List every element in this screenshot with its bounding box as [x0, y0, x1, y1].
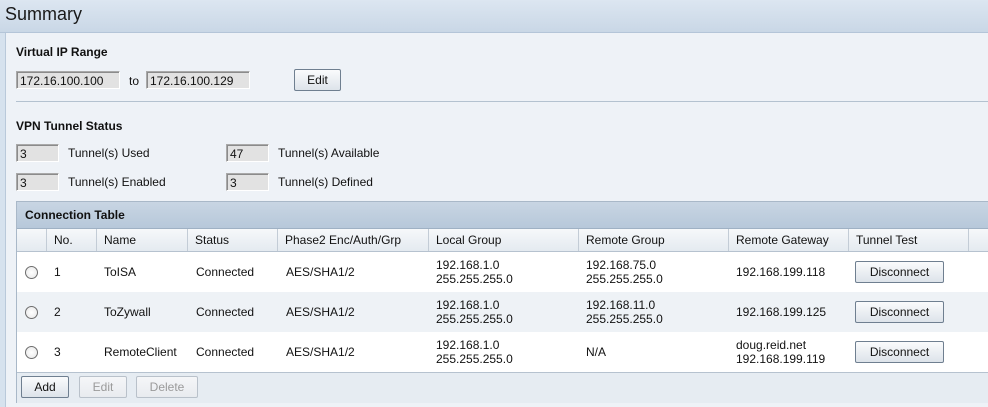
row-name: ToZywall [104, 305, 151, 319]
title-bar: Summary [0, 0, 988, 33]
row-status: Connected [196, 265, 255, 279]
virtual-ip-end-field: 172.16.100.129 [146, 71, 250, 89]
row-no: 1 [54, 265, 61, 279]
to-label: to [129, 74, 140, 88]
row-remote-group-mask: 255.255.255.0 [586, 272, 663, 286]
row-remote-gateway: doug.reid.net [736, 338, 807, 352]
column-header-local-group: Local Group [429, 229, 579, 251]
row-name: ToISA [104, 265, 137, 279]
disconnect-button[interactable]: Disconnect [855, 261, 944, 283]
virtual-ip-range-label: Virtual IP Range [16, 45, 108, 59]
row-local-group-ip: 192.168.1.0 [436, 338, 500, 352]
column-header-tunnel-test: Tunnel Test [849, 229, 969, 251]
table-row: 3 RemoteClient Connected AES/SHA1/2 192.… [17, 332, 988, 372]
column-header-name: Name [97, 229, 188, 251]
row-remote-gateway-ip: 192.168.199.119 [736, 352, 826, 366]
edit-virtual-ip-button[interactable]: Edit [294, 69, 341, 91]
table-header: No. Name Status Phase2 Enc/Auth/Grp Loca… [17, 229, 988, 252]
edit-button[interactable]: Edit [79, 376, 127, 398]
row-local-group-mask: 255.255.255.0 [436, 312, 513, 326]
page-title: Summary [5, 4, 83, 24]
disconnect-button[interactable]: Disconnect [855, 341, 944, 363]
table-row: 1 ToISA Connected AES/SHA1/2 192.168.1.0… [17, 252, 988, 292]
tunnels-used-label: Tunnel(s) Used [68, 146, 150, 160]
tunnels-used-field: 3 [16, 144, 59, 162]
row-remote-group-ip: 192.168.75.0 [586, 258, 657, 272]
column-header-remote-gateway: Remote Gateway [729, 229, 849, 251]
row-name: RemoteClient [104, 345, 177, 359]
connection-table-caption: Connection Table [17, 202, 988, 229]
row-remote-group-ip: 192.168.11.0 [586, 298, 656, 312]
summary-panel: Virtual IP Range 172.16.100.100 to 172.1… [5, 33, 988, 407]
tunnels-available-field: 47 [226, 144, 269, 162]
row-remote-group-ip: N/A [586, 345, 607, 359]
tunnels-defined-label: Tunnel(s) Defined [278, 175, 373, 189]
row-select-radio[interactable] [25, 266, 38, 279]
tunnels-available-label: Tunnel(s) Available [278, 146, 380, 160]
row-select-radio[interactable] [25, 306, 38, 319]
row-local-group-ip: 192.168.1.0 [436, 298, 500, 312]
row-local-group-mask: 255.255.255.0 [436, 272, 513, 286]
column-header-no: No. [47, 229, 97, 251]
table-footer: Add Edit Delete [17, 372, 988, 403]
column-header-select [17, 229, 47, 251]
row-no: 3 [54, 345, 61, 359]
row-remote-gateway: 192.168.199.118 [736, 265, 826, 279]
divider [16, 101, 988, 102]
row-status: Connected [196, 305, 255, 319]
column-header-status: Status [188, 229, 278, 251]
virtual-ip-start-field: 172.16.100.100 [16, 71, 120, 89]
tunnels-enabled-label: Tunnel(s) Enabled [68, 175, 166, 189]
tunnels-enabled-field: 3 [16, 173, 59, 191]
column-header-phase2: Phase2 Enc/Auth/Grp [278, 229, 429, 251]
connection-table-title: Connection Table [25, 208, 125, 222]
row-remote-group-mask: 255.255.255.0 [586, 312, 663, 326]
column-header-remote-group: Remote Group [579, 229, 729, 251]
row-phase2: AES/SHA1/2 [286, 305, 355, 319]
row-phase2: AES/SHA1/2 [286, 345, 355, 359]
delete-button[interactable]: Delete [136, 376, 198, 398]
row-local-group-ip: 192.168.1.0 [436, 258, 500, 272]
connection-table: Connection Table No. Name Status Phase2 … [16, 201, 988, 403]
vpn-tunnel-status-label: VPN Tunnel Status [16, 119, 123, 133]
disconnect-button[interactable]: Disconnect [855, 301, 944, 323]
row-remote-gateway: 192.168.199.125 [736, 305, 827, 319]
row-local-group-mask: 255.255.255.0 [436, 352, 513, 366]
row-status: Connected [196, 345, 255, 359]
table-row: 2 ToZywall Connected AES/SHA1/2 192.168.… [17, 292, 988, 332]
tunnels-defined-field: 3 [226, 173, 269, 191]
row-select-radio[interactable] [25, 346, 38, 359]
row-no: 2 [54, 305, 61, 319]
row-phase2: AES/SHA1/2 [286, 265, 355, 279]
add-button[interactable]: Add [21, 376, 69, 398]
